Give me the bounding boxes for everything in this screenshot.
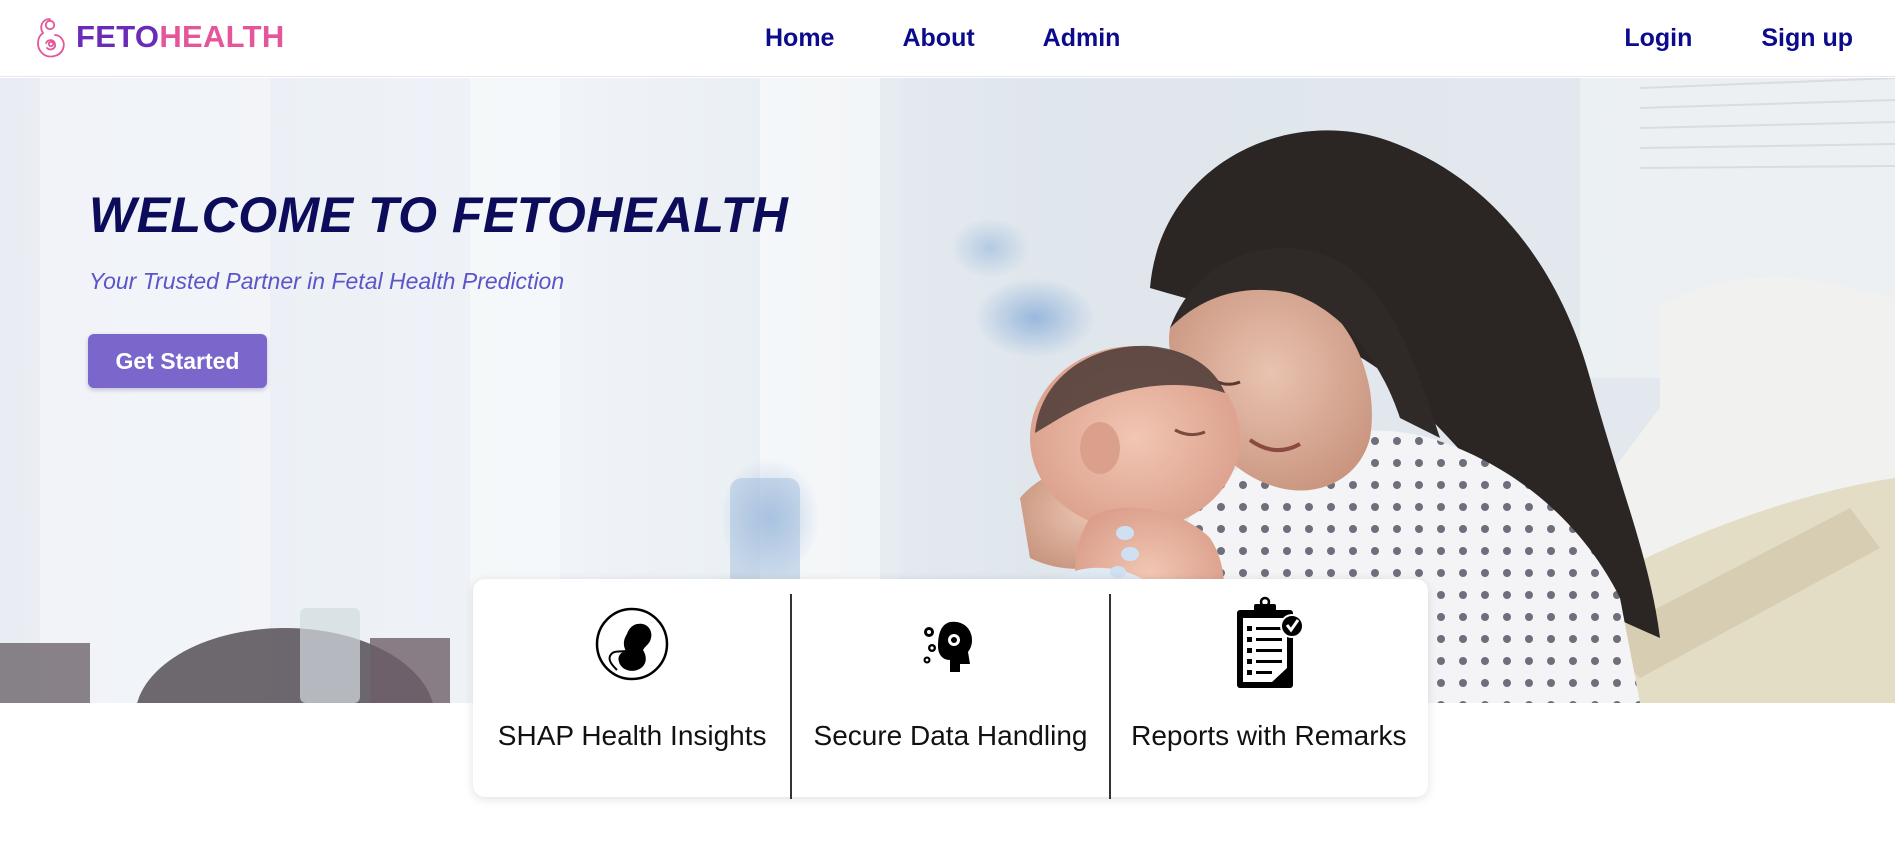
brand-name: FETOHEALTH [76,19,285,55]
brand-logo-link[interactable]: FETOHEALTH [30,15,285,59]
brain-gears-icon [923,621,973,672]
navbar: FETOHEALTH Home About Admin Login Sign u… [0,0,1895,77]
brand-name-part2: HEALTH [159,19,285,54]
hero-subtitle: Your Trusted Partner in Fetal Health Pre… [89,268,565,294]
nav-link-login[interactable]: Login [1624,24,1692,53]
auth-nav: Login Sign up [1555,0,1853,77]
feature-icon-container [1218,594,1319,694]
feature-divider [790,594,793,799]
feature-divider [1108,594,1111,799]
main-nav: Home About Admin [765,0,1120,77]
clipboard-checklist-icon [1236,596,1304,688]
hero-title: WELCOME TO FETOHEALTH [89,187,789,243]
feature-icon-container [582,594,683,694]
get-started-button[interactable]: Get Started [88,334,267,388]
nav-link-admin[interactable]: Admin [1043,24,1121,53]
fetus-icon [595,607,669,681]
feature-reports[interactable]: Reports with Remarks [1108,579,1428,799]
feature-shap-insights[interactable]: SHAP Health Insights [473,579,791,797]
features-card: SHAP Health Insights Secure Data Handlin… [473,579,1428,799]
feature-icon-container [900,594,1001,694]
feature-label: Reports with Remarks [1131,720,1407,751]
feature-label: Secure Data Handling [813,720,1088,751]
brand-name-part1: FETO [76,19,160,54]
nav-link-signup[interactable]: Sign up [1761,24,1853,53]
nav-link-home[interactable]: Home [765,24,834,53]
feature-secure-data[interactable]: Secure Data Handling [790,579,1109,799]
nav-link-about[interactable]: About [902,24,974,53]
mother-baby-icon [37,18,65,58]
feature-label: SHAP Health Insights [497,720,767,751]
